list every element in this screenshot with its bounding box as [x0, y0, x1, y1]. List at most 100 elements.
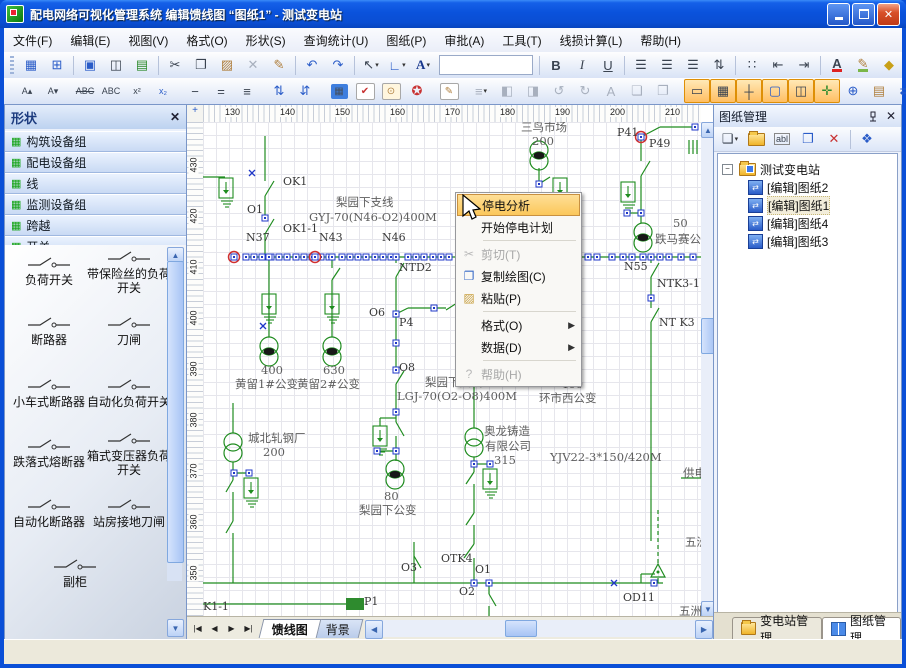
alarm-node[interactable] — [314, 256, 316, 258]
rotate-text-icon[interactable]: A — [598, 79, 624, 103]
connection-points-icon[interactable]: ⇄ — [892, 79, 906, 103]
connection-node[interactable] — [376, 450, 378, 452]
superscript-icon[interactable]: x² — [124, 79, 150, 103]
grounding-box-symbol[interactable] — [487, 481, 493, 485]
menu-item-8[interactable]: 审批(A) — [435, 29, 493, 52]
context-menu-item-格式(O)[interactable]: 格式(O)▶ — [457, 314, 580, 336]
align-center-icon[interactable]: ☰ — [654, 53, 680, 77]
switch-symbol[interactable] — [226, 521, 233, 533]
connection-node[interactable] — [395, 342, 397, 344]
bullets-icon[interactable]: ∷ — [739, 53, 765, 77]
diagram-label[interactable]: 50 — [673, 216, 688, 230]
connection-node[interactable] — [538, 183, 540, 185]
panel-tab-图纸管理[interactable]: 图纸管理 — [822, 617, 901, 639]
connection-node[interactable] — [268, 256, 270, 258]
connection-node[interactable] — [395, 369, 397, 371]
diagram-label[interactable]: P41 — [617, 126, 638, 139]
diagram-label[interactable]: 400 — [261, 363, 283, 377]
delta-symbol[interactable] — [657, 571, 660, 574]
diagram-label[interactable]: O1 — [247, 203, 263, 216]
toolbar-grip[interactable] — [10, 56, 14, 74]
connection-node[interactable] — [331, 256, 333, 258]
paste-icon[interactable]: ▨ — [214, 53, 240, 77]
connection-node[interactable] — [261, 256, 263, 258]
print-icon[interactable]: ▤ — [129, 53, 155, 77]
stencil-item[interactable]: 副柜 — [33, 557, 117, 589]
grounding-box-symbol[interactable] — [223, 190, 229, 194]
transformer-core[interactable] — [638, 234, 649, 241]
connection-node[interactable] — [390, 256, 392, 258]
copy-drawing-icon[interactable]: ❐ — [795, 127, 821, 151]
diagram-label[interactable]: YJV22-3*150/420M — [549, 450, 662, 464]
transformer-symbol[interactable] — [465, 439, 483, 457]
transformer-core[interactable] — [327, 348, 338, 355]
alarm-node[interactable] — [640, 136, 642, 138]
connection-node[interactable] — [694, 126, 696, 128]
edit-note-icon[interactable]: ✎ — [436, 79, 462, 103]
align-left-icon[interactable]: ☰ — [628, 53, 654, 77]
diagram-label[interactable]: N46 — [382, 231, 406, 244]
prev-page-button[interactable]: ◀ — [206, 620, 223, 636]
panel-tab-变电站管理[interactable]: 变电站管理 — [732, 617, 822, 639]
line-spacing-1-icon[interactable]: − — [182, 79, 208, 103]
diagram-label[interactable]: O8 — [399, 361, 415, 374]
diagram-label[interactable]: 跌马赛公变 — [655, 232, 701, 246]
diagram-label[interactable]: 200 — [263, 445, 285, 459]
connection-node[interactable] — [596, 256, 598, 258]
connection-node[interactable] — [395, 450, 397, 452]
diagram-label[interactable]: 城北轧钢厂 — [248, 431, 306, 445]
grounding-box-symbol[interactable] — [625, 194, 631, 198]
check-tool-icon[interactable]: ✔ — [352, 79, 378, 103]
abc-icon[interactable]: ABC — [98, 79, 124, 103]
page-toggle-icon[interactable]: ◫ — [788, 79, 814, 103]
stencil-item[interactable]: 自动化断路器 — [7, 497, 91, 529]
page-tab-馈线图[interactable]: 馈线图 — [259, 619, 322, 638]
close-icon[interactable]: ✕ — [886, 109, 896, 123]
switch-symbol[interactable] — [641, 161, 650, 176]
diagram-label[interactable]: 630 — [323, 363, 345, 377]
tree-item-drawing[interactable]: ⇄[编辑]图纸2 — [718, 178, 897, 196]
switch-symbol[interactable] — [226, 480, 233, 492]
diagram-label[interactable]: O3 — [401, 561, 417, 574]
shape-group-配电设备组[interactable]: ▦配电设备组 — [5, 152, 186, 173]
tree-expand-icon[interactable]: − — [722, 164, 733, 175]
para-space-dec-icon[interactable]: ⇵ — [292, 79, 318, 103]
shrink-font-icon[interactable]: A▾ — [40, 79, 66, 103]
diagram-label[interactable]: N55 — [624, 260, 648, 273]
line-color-icon[interactable]: ✎ — [850, 53, 876, 77]
connection-node[interactable] — [341, 256, 343, 258]
format-painter-icon[interactable]: ✎ — [266, 53, 292, 77]
tree-item-drawing[interactable]: ⇄[编辑]图纸4 — [718, 214, 897, 232]
cut-icon[interactable]: ✂ — [162, 53, 188, 77]
page-setup-icon[interactable]: ▦ — [18, 53, 44, 77]
connection-node[interactable] — [650, 297, 652, 299]
stencil-item[interactable]: 小车式断路器 — [7, 377, 91, 409]
diagram-label[interactable]: 315 — [494, 453, 516, 467]
diagram-label[interactable]: O1 — [475, 563, 491, 576]
find-drawing-icon[interactable]: ⊙ — [378, 79, 404, 103]
guides-toggle-icon[interactable]: ┼ — [736, 79, 762, 103]
font-color-icon[interactable]: A — [824, 53, 850, 77]
fill-color-icon[interactable]: ◆ — [876, 53, 902, 77]
next-page-button[interactable]: ▶ — [223, 620, 240, 636]
stencil-item[interactable]: 断路器 — [7, 315, 91, 347]
last-page-button[interactable]: ▶| — [240, 620, 257, 636]
stencil-item[interactable]: 箱式变压器负荷开关 — [87, 431, 171, 477]
align-right-icon[interactable]: ☰ — [680, 53, 706, 77]
diagram-label[interactable]: 有限公司 — [485, 439, 531, 453]
connection-node[interactable] — [264, 217, 266, 219]
connection-node[interactable] — [245, 256, 247, 258]
connection-node[interactable] — [488, 582, 490, 584]
transformer-core[interactable] — [534, 152, 545, 159]
connection-node[interactable] — [622, 256, 624, 258]
context-menu-item-粘贴(P)[interactable]: ▨粘贴(P) — [457, 287, 580, 309]
connection-node[interactable] — [395, 256, 397, 258]
diagram-label[interactable]: N43 — [319, 231, 343, 244]
connection-node[interactable] — [382, 256, 384, 258]
grounding-box-symbol[interactable] — [377, 438, 383, 442]
menu-item-2[interactable]: 编辑(E) — [61, 29, 119, 52]
menu-item-3[interactable]: 视图(V) — [119, 29, 177, 52]
connection-node[interactable] — [349, 256, 351, 258]
stamp-icon[interactable]: ✪ — [404, 79, 430, 103]
diagram-label[interactable]: OD11 — [623, 591, 655, 604]
